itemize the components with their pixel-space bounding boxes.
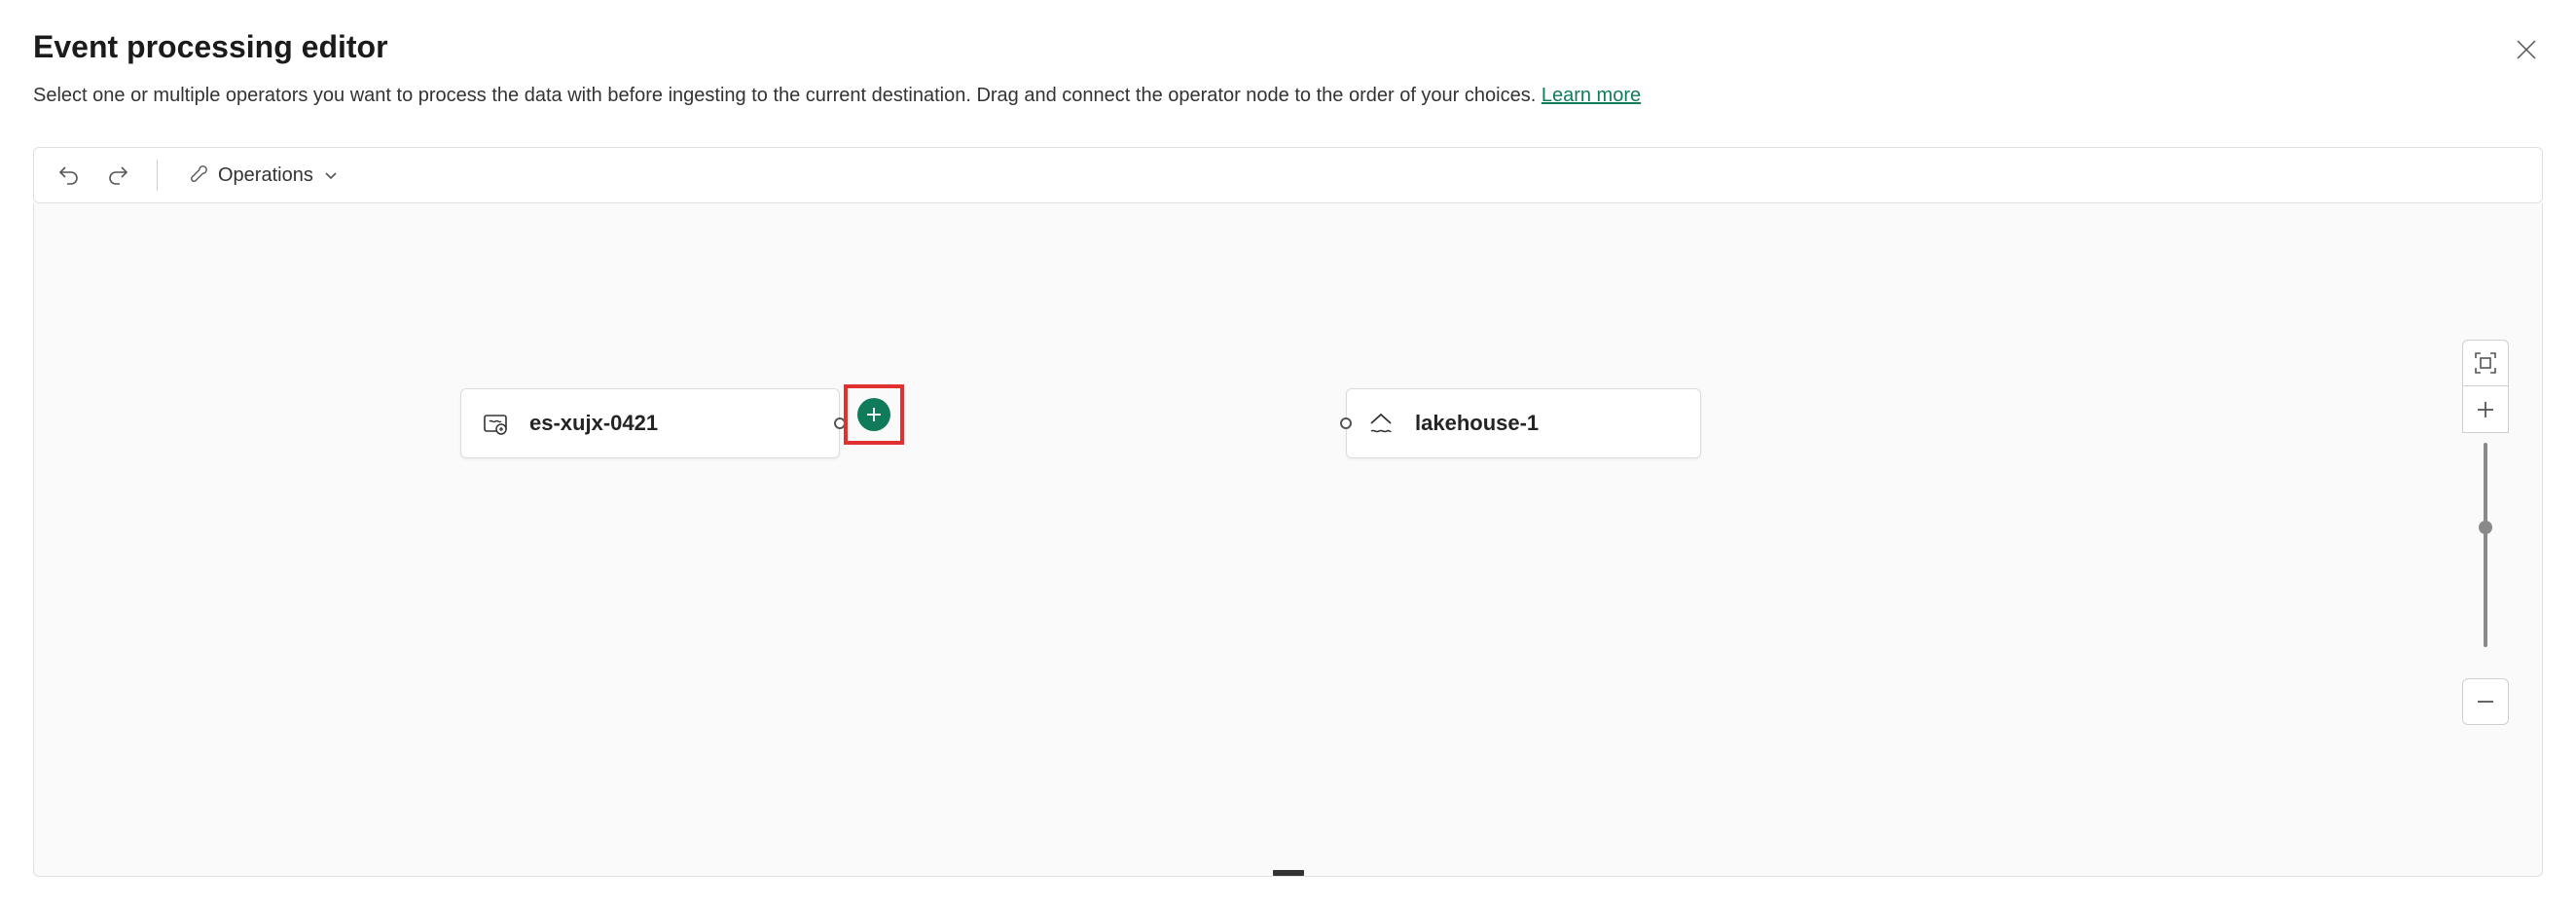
destination-node-label: lakehouse-1 — [1415, 411, 1539, 436]
close-icon — [2516, 39, 2537, 60]
chevron-down-icon — [323, 167, 339, 183]
subtitle-text: Select one or multiple operators you wan… — [33, 85, 1542, 106]
redo-button[interactable] — [102, 160, 133, 191]
zoom-slider-thumb[interactable] — [2479, 521, 2492, 534]
fit-to-screen-button[interactable] — [2462, 340, 2509, 386]
fit-to-screen-icon — [2473, 350, 2498, 376]
wrench-icon — [187, 164, 208, 186]
operations-label: Operations — [218, 164, 313, 187]
canvas[interactable]: es-xujx-0421 lakehouse-1 — [33, 203, 2543, 877]
toolbar-divider — [157, 160, 158, 191]
redo-icon — [106, 163, 129, 187]
zoom-panel — [2462, 340, 2509, 725]
plus-icon — [866, 407, 882, 422]
page-subtitle: Select one or multiple operators you wan… — [33, 81, 2510, 110]
plus-icon — [2475, 399, 2496, 420]
lakehouse-icon — [1366, 409, 1396, 438]
destination-input-port[interactable] — [1340, 417, 1352, 429]
page-title: Event processing editor — [33, 29, 2510, 65]
destination-node[interactable]: lakehouse-1 — [1346, 388, 1701, 458]
minus-icon — [2475, 691, 2496, 712]
undo-button[interactable] — [54, 160, 85, 191]
zoom-in-button[interactable] — [2462, 386, 2509, 433]
zoom-slider-track — [2484, 443, 2487, 647]
toolbar: Operations — [33, 147, 2543, 203]
add-operator-highlight — [844, 384, 904, 445]
zoom-out-button[interactable] — [2462, 678, 2509, 725]
zoom-slider[interactable] — [2462, 433, 2509, 657]
close-button[interactable] — [2510, 33, 2543, 66]
source-node-label: es-xujx-0421 — [529, 411, 658, 436]
resize-handle[interactable] — [1273, 870, 1304, 876]
add-operator-button[interactable] — [857, 398, 890, 431]
event-stream-icon — [481, 409, 510, 438]
operations-dropdown[interactable]: Operations — [181, 161, 345, 191]
undo-icon — [57, 163, 81, 187]
learn-more-link[interactable]: Learn more — [1542, 85, 1641, 106]
source-node[interactable]: es-xujx-0421 — [460, 388, 840, 458]
